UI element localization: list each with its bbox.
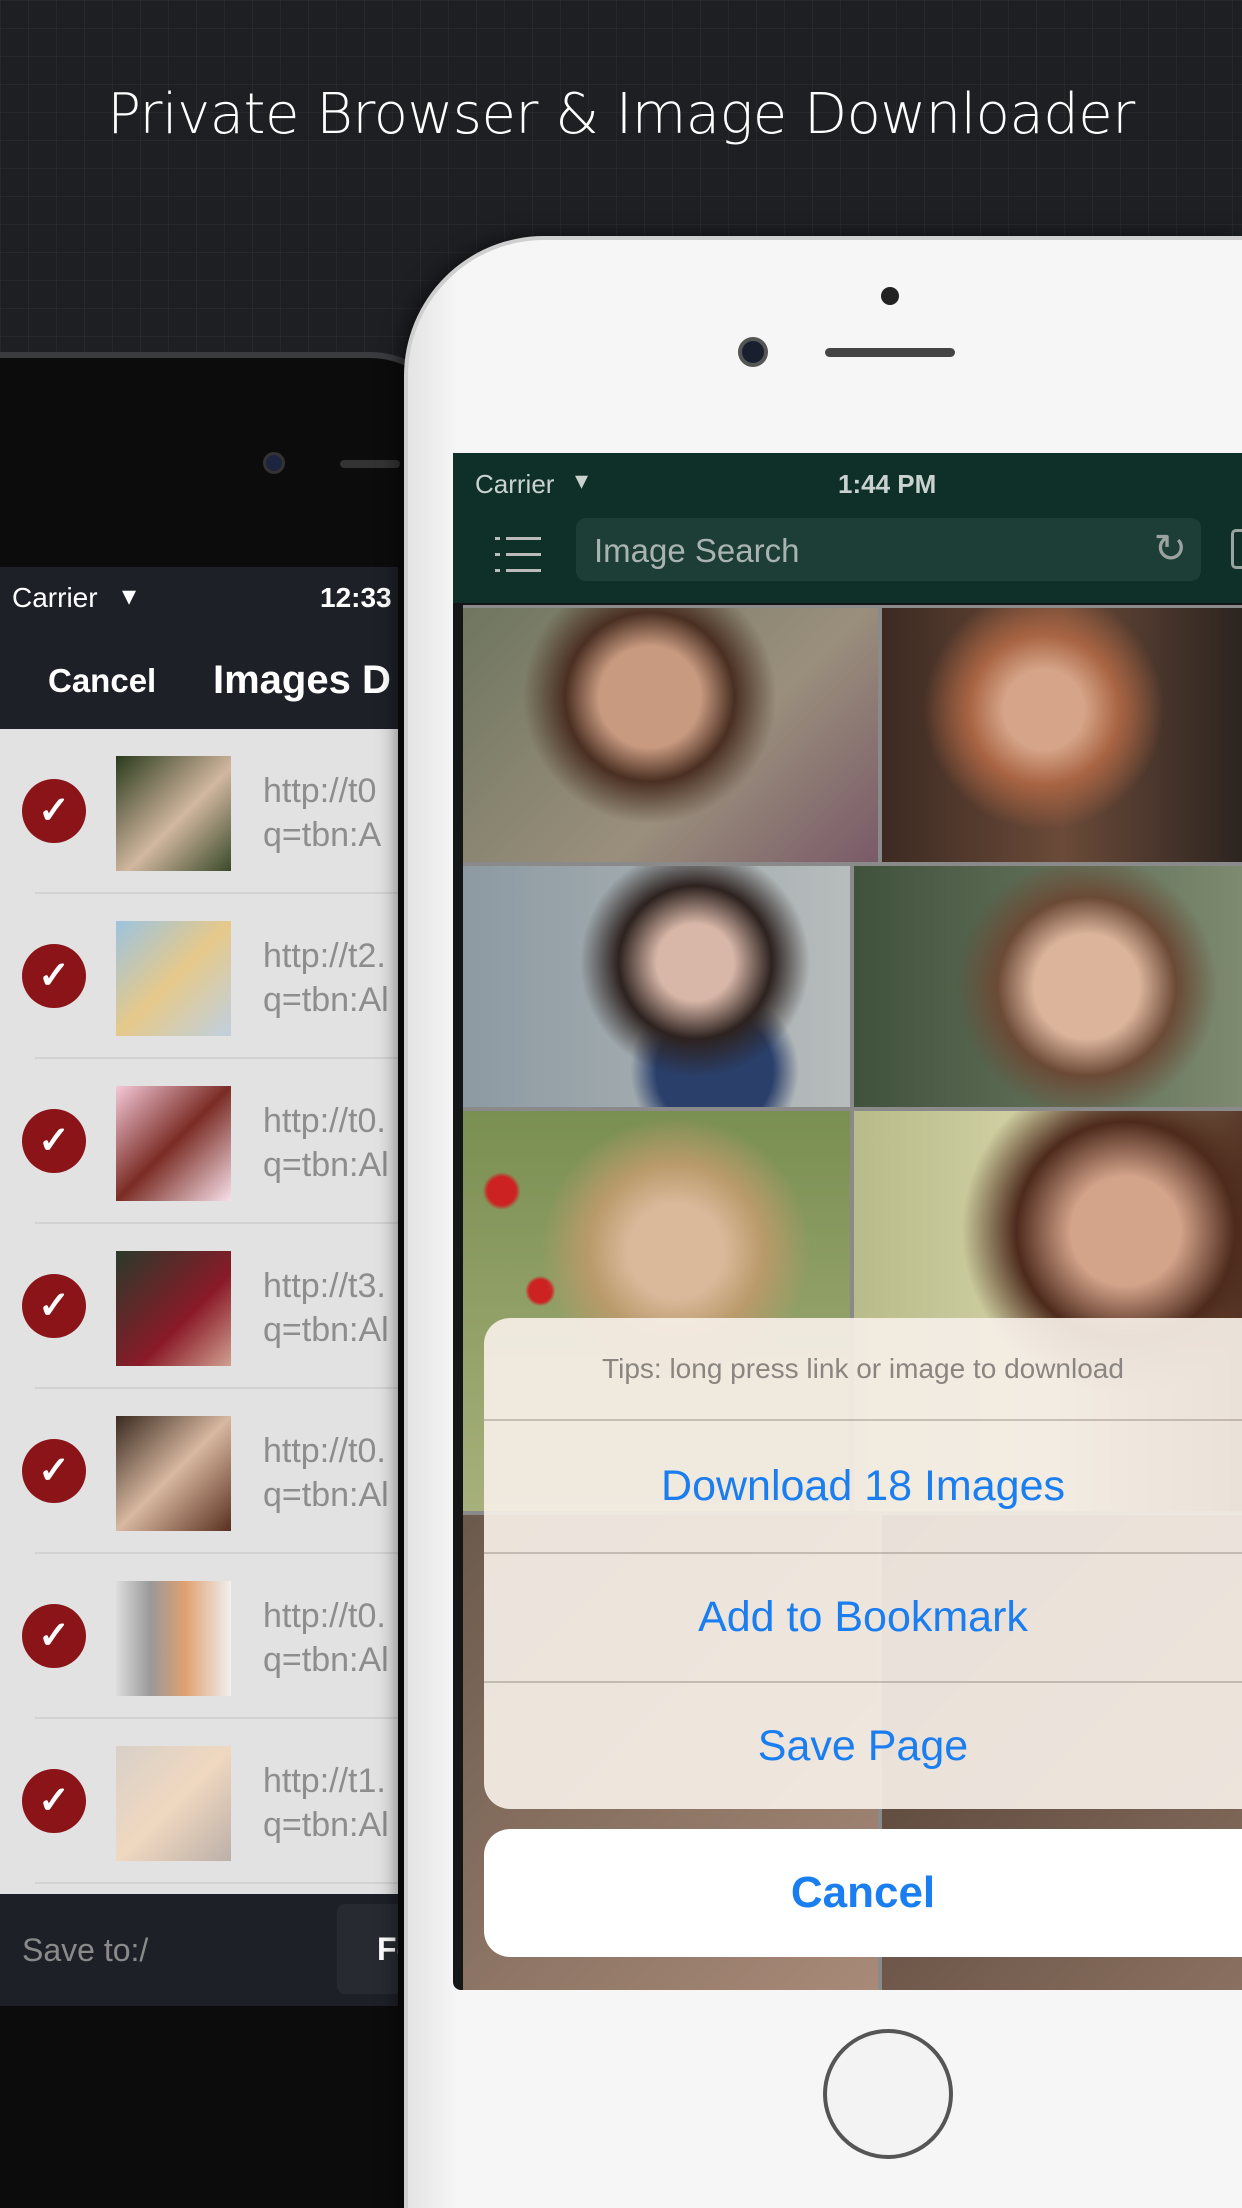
image-thumbnail — [116, 1086, 231, 1201]
carrier-label: Carrier — [475, 469, 555, 499]
page-title: Private Browser & Image Downloader — [107, 82, 1135, 147]
time-label: 1:44 PM — [838, 469, 937, 499]
browser-screen: Carrier ▾ 1:44 PM Image Search ↻ Tips: l… — [453, 453, 1242, 1990]
action-sheet: Tips: long press link or image to downlo… — [484, 1318, 1242, 1809]
checkmark-icon[interactable]: ✓ — [22, 1604, 86, 1668]
home-button[interactable] — [823, 2029, 953, 2159]
image-url: http://t1. q=tbn:Al — [263, 1762, 389, 1844]
list-item[interactable]: ✓ http://t0 q=tbn:A — [0, 729, 398, 894]
front-phone-camera — [738, 337, 768, 367]
image-url: http://t0 q=tbn:A — [263, 772, 382, 854]
checkmark-icon[interactable]: ✓ — [22, 944, 86, 1008]
list-item[interactable]: ✓ http://t0. q=tbn:Al — [0, 1554, 398, 1719]
nav-bar: Cancel Images D — [0, 634, 398, 729]
browser-toolbar: Image Search ↻ — [453, 515, 1242, 603]
save-to-label: Save to:/ — [22, 1932, 149, 1968]
status-bar: Carrier ▾ 1:44 PM — [453, 453, 1242, 515]
image-thumbnail — [116, 921, 231, 1036]
image-tile[interactable] — [854, 866, 1242, 1107]
image-thumbnail — [116, 1416, 231, 1531]
list-item[interactable]: ✓ http://t1. q=tbn:Al — [0, 1719, 398, 1884]
tabs-icon[interactable] — [1231, 529, 1242, 569]
save-page-button[interactable]: Save Page — [484, 1681, 1242, 1809]
images-download-screen: Carrier ▾ 12:33 Cancel Images D ✓ http:/… — [0, 567, 398, 2006]
reload-icon[interactable]: ↻ — [1153, 526, 1187, 572]
checkmark-icon[interactable]: ✓ — [22, 1109, 86, 1173]
checkmark-icon[interactable]: ✓ — [22, 779, 86, 843]
list-item[interactable]: ✓ http://t3. q=tbn:Al — [0, 1224, 398, 1389]
checkmark-icon[interactable]: ✓ — [22, 1274, 86, 1338]
image-tile[interactable] — [463, 608, 878, 862]
image-url: http://t0. q=tbn:Al — [263, 1432, 389, 1514]
image-url: http://t2. q=tbn:Al — [263, 937, 389, 1019]
bottom-bar: Save to:/ Fo — [0, 1894, 398, 2006]
status-bar: Carrier ▾ 12:33 — [0, 567, 398, 634]
time-label: 12:33 — [320, 582, 392, 613]
image-tile[interactable] — [882, 608, 1242, 862]
front-phone-sensor — [881, 287, 899, 305]
back-phone-camera — [263, 452, 285, 474]
image-url: http://t3. q=tbn:Al — [263, 1267, 389, 1349]
list-item[interactable]: ✓ http://t0. q=tbn:Al — [0, 1059, 398, 1224]
image-tile[interactable] — [463, 866, 850, 1107]
carrier-label: Carrier — [12, 582, 98, 613]
download-images-button[interactable]: Download 18 Images — [484, 1419, 1242, 1552]
wifi-icon: ▾ — [575, 465, 589, 495]
checkmark-icon[interactable]: ✓ — [22, 1439, 86, 1503]
wifi-icon: ▾ — [122, 580, 137, 611]
list-item[interactable]: ✓ http://t0. q=tbn:Al — [0, 1389, 398, 1554]
divider — [35, 1882, 398, 1884]
image-thumbnail — [116, 1251, 231, 1366]
search-placeholder: Image Search — [594, 532, 800, 569]
action-sheet-tip: Tips: long press link or image to downlo… — [602, 1353, 1124, 1384]
search-input[interactable]: Image Search ↻ — [576, 518, 1201, 581]
folder-button[interactable]: Fo — [337, 1904, 398, 1994]
action-sheet-cancel-button[interactable]: Cancel — [484, 1829, 1242, 1957]
nav-title: Images D — [213, 658, 391, 702]
image-thumbnail — [116, 756, 231, 871]
menu-icon[interactable] — [495, 537, 541, 573]
image-thumbnail — [116, 1581, 231, 1696]
front-phone-speaker — [825, 348, 955, 357]
add-to-bookmark-button[interactable]: Add to Bookmark — [484, 1552, 1242, 1681]
cancel-button[interactable]: Cancel — [48, 662, 156, 700]
list-item[interactable]: ✓ http://t2. q=tbn:Al — [0, 894, 398, 1059]
checkmark-icon[interactable]: ✓ — [22, 1769, 86, 1833]
image-url: http://t0. q=tbn:Al — [263, 1597, 389, 1679]
image-url: http://t0. q=tbn:Al — [263, 1102, 389, 1184]
back-phone-speaker — [340, 460, 400, 468]
image-thumbnail — [116, 1746, 231, 1861]
